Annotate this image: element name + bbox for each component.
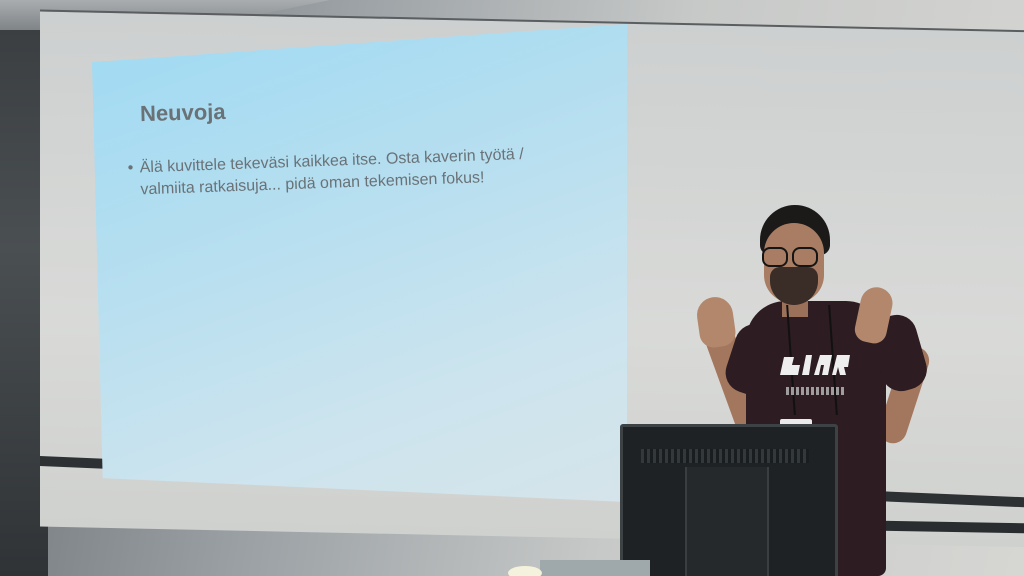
- shirt-print-logo-icon: [774, 347, 854, 387]
- projected-slide: [92, 24, 627, 502]
- glasses-icon: [762, 247, 822, 267]
- slide-title: Neuvoja: [139, 98, 226, 127]
- light-reflection: [508, 566, 542, 576]
- lectern-desk: [540, 560, 650, 576]
- presenter-left-hand: [694, 294, 738, 350]
- monitor-vent: [641, 449, 809, 463]
- monitor-stand: [685, 467, 769, 576]
- bullet-icon: •: [127, 159, 134, 177]
- monitor-icon: [620, 424, 838, 576]
- photo-scene: Neuvoja • Älä kuvittele tekeväsi kaikkea…: [0, 0, 1024, 576]
- shirt-print-text: [786, 387, 846, 395]
